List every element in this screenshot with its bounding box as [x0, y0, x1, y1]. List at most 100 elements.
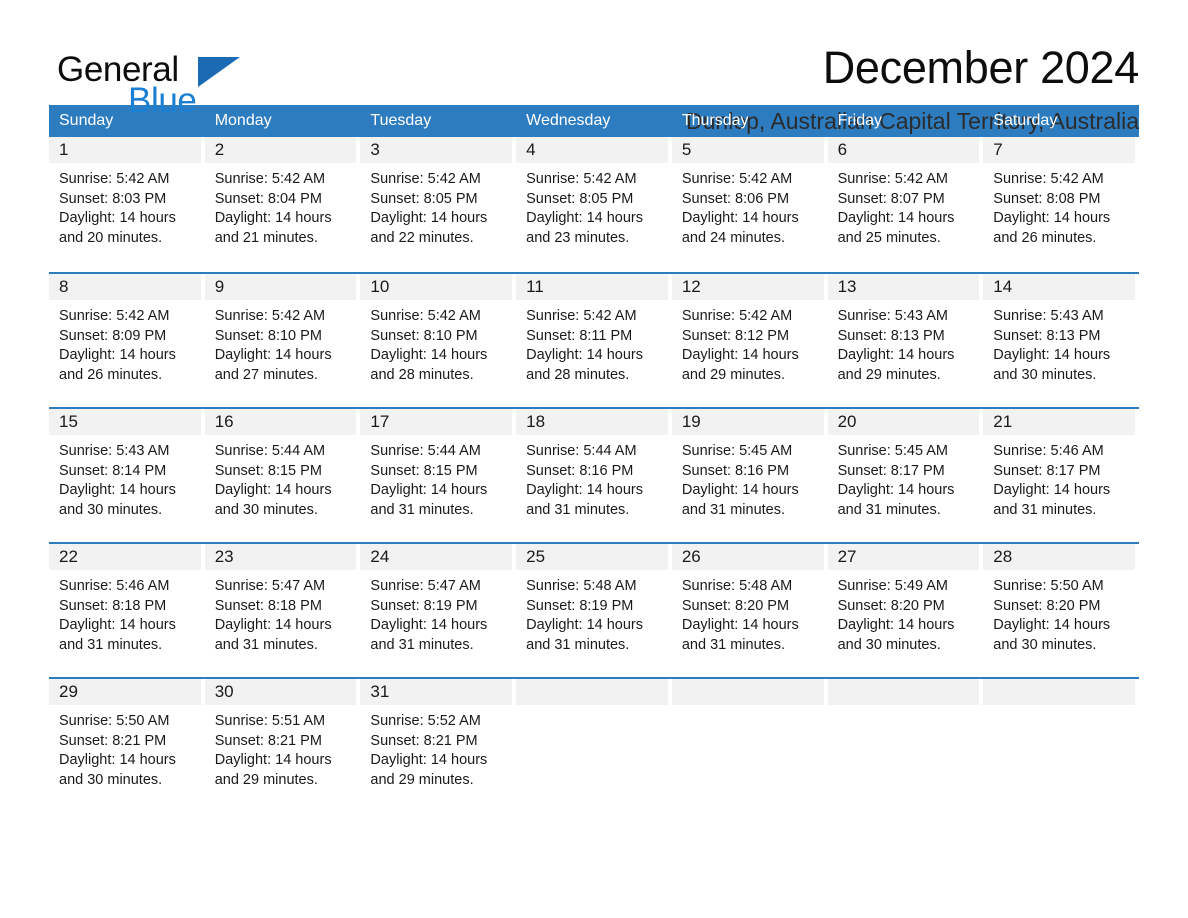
- sunrise-text: Sunrise: 5:51 AM: [214, 713, 326, 729]
- day-cell[interactable]: 15 Sunrise: 5:43 AM Sunset: 8:14 PM Dayligh…: [49, 409, 205, 542]
- day-number-band: 13: [827, 274, 980, 300]
- sunrise-text: Sunrise: 5:45 AM: [681, 443, 793, 459]
- day-number-band: 2: [204, 137, 357, 163]
- day-cell[interactable]: 3 Sunrise: 5:42 AM Sunset: 8:05 PM Daylight…: [360, 137, 517, 272]
- day-info: Sunrise: 5:44 AM Sunset: 8:15 PM Daylight:…: [205, 435, 359, 520]
- day-number: 7: [993, 140, 1003, 159]
- day-cell[interactable]: 26 Sunrise: 5:48 AM Sunset: 8:20 PM Dayligh…: [671, 544, 828, 677]
- daylight-text: Daylight: 14 hours and 29 minutes.: [837, 347, 955, 383]
- sunset-text: Sunset: 8:05 PM: [370, 190, 478, 207]
- day-cell[interactable]: 11 Sunrise: 5:42 AM Sunset: 8:11 PM Dayligh…: [516, 274, 672, 407]
- daylight-text: Daylight: 14 hours and 30 minutes.: [993, 617, 1111, 653]
- day-number: 12: [681, 277, 701, 296]
- day-number-band: 20: [827, 409, 980, 435]
- sunrise-text: Sunrise: 5:42 AM: [59, 308, 170, 324]
- day-cell[interactable]: 25 Sunrise: 5:48 AM Sunset: 8:19 PM Dayligh…: [516, 544, 672, 677]
- sunset-text: Sunset: 8:14 PM: [59, 462, 167, 479]
- sunset-text: Sunset: 8:12 PM: [681, 327, 790, 344]
- day-info: Sunrise: 5:45 AM Sunset: 8:17 PM Daylight:…: [828, 435, 982, 520]
- sunrise-text: Sunrise: 5:44 AM: [370, 443, 481, 459]
- day-info: Sunrise: 5:42 AM Sunset: 8:09 PM Daylight:…: [49, 300, 203, 385]
- day-cell[interactable]: 27 Sunrise: 5:49 AM Sunset: 8:20 PM Dayligh…: [827, 544, 984, 677]
- day-number: 21: [993, 412, 1013, 431]
- day-number: 29: [59, 682, 78, 701]
- day-info: Sunrise: 5:50 AM Sunset: 8:21 PM Daylight:…: [49, 705, 203, 790]
- sunset-text: Sunset: 8:15 PM: [370, 462, 478, 479]
- day-cell[interactable]: 2 Sunrise: 5:42 AM Sunset: 8:04 PM Daylight…: [204, 137, 361, 272]
- daylight-text: Daylight: 14 hours and 30 minutes.: [993, 347, 1111, 383]
- daylight-text: Daylight: 14 hours and 31 minutes.: [370, 617, 488, 653]
- day-cell-empty: [827, 679, 984, 797]
- day-number: 10: [370, 277, 390, 296]
- sunrise-text: Sunrise: 5:48 AM: [681, 578, 793, 594]
- day-cell[interactable]: 31 Sunrise: 5:52 AM Sunset: 8:21 PM Dayligh…: [360, 679, 517, 797]
- daylight-text: Daylight: 14 hours and 26 minutes.: [59, 347, 176, 383]
- day-cell[interactable]: 30 Sunrise: 5:51 AM Sunset: 8:21 PM Dayligh…: [204, 679, 361, 797]
- sunset-text: Sunset: 8:06 PM: [681, 190, 790, 207]
- day-cell[interactable]: 24 Sunrise: 5:47 AM Sunset: 8:19 PM Dayligh…: [360, 544, 517, 677]
- day-cell[interactable]: 23 Sunrise: 5:47 AM Sunset: 8:18 PM Dayligh…: [204, 544, 361, 677]
- day-cell[interactable]: 17 Sunrise: 5:44 AM Sunset: 8:15 PM Dayligh…: [360, 409, 517, 542]
- sunset-text: Sunset: 8:16 PM: [681, 462, 790, 479]
- day-cell[interactable]: 1 Sunrise: 5:42 AM Sunset: 8:03 PM Daylight…: [49, 137, 205, 272]
- day-number-band: 4: [516, 137, 668, 163]
- daylight-text: Daylight: 14 hours and 26 minutes.: [993, 210, 1111, 246]
- day-cell[interactable]: 12 Sunrise: 5:42 AM Sunset: 8:12 PM Dayligh…: [671, 274, 828, 407]
- day-number: 4: [526, 140, 536, 159]
- sunset-text: Sunset: 8:13 PM: [837, 327, 945, 344]
- day-info: Sunrise: 5:48 AM Sunset: 8:19 PM Daylight:…: [516, 570, 670, 655]
- sunrise-text: Sunrise: 5:46 AM: [59, 578, 170, 594]
- logo-text-blue: Blue: [128, 81, 197, 120]
- day-number-band: 9: [204, 274, 357, 300]
- day-info: Sunrise: 5:51 AM Sunset: 8:21 PM Daylight:…: [205, 705, 359, 790]
- day-number-band: 12: [671, 274, 824, 300]
- sunset-text: Sunset: 8:05 PM: [526, 190, 634, 207]
- day-info: Sunrise: 5:44 AM Sunset: 8:16 PM Daylight:…: [516, 435, 670, 520]
- sunset-text: Sunset: 8:20 PM: [993, 597, 1101, 614]
- day-cell[interactable]: 10 Sunrise: 5:42 AM Sunset: 8:10 PM Dayligh…: [360, 274, 517, 407]
- day-number: 19: [681, 412, 701, 431]
- daylight-text: Daylight: 14 hours and 31 minutes.: [526, 617, 644, 653]
- day-cell[interactable]: 16 Sunrise: 5:44 AM Sunset: 8:15 PM Dayligh…: [204, 409, 361, 542]
- day-cell[interactable]: 4 Sunrise: 5:42 AM Sunset: 8:05 PM Daylight…: [516, 137, 672, 272]
- day-info: Sunrise: 5:43 AM Sunset: 8:14 PM Daylight:…: [49, 435, 203, 520]
- day-number: 13: [837, 277, 857, 296]
- day-number: 30: [214, 682, 234, 701]
- week-row: 1 Sunrise: 5:42 AM Sunset: 8:03 PM Daylight…: [49, 137, 1139, 272]
- daylight-text: Daylight: 14 hours and 31 minutes.: [214, 617, 332, 653]
- daylight-text: Daylight: 14 hours and 31 minutes.: [681, 617, 799, 653]
- sunrise-text: Sunrise: 5:46 AM: [993, 443, 1104, 459]
- sunrise-text: Sunrise: 5:47 AM: [370, 578, 481, 594]
- daylight-text: Daylight: 14 hours and 20 minutes.: [59, 210, 176, 246]
- day-cell[interactable]: 21 Sunrise: 5:46 AM Sunset: 8:17 PM Dayligh…: [983, 409, 1139, 542]
- day-cell[interactable]: 28 Sunrise: 5:50 AM Sunset: 8:20 PM Dayligh…: [983, 544, 1139, 677]
- day-cell[interactable]: 7 Sunrise: 5:42 AM Sunset: 8:08 PM Daylight…: [983, 137, 1139, 272]
- day-cell[interactable]: 18 Sunrise: 5:44 AM Sunset: 8:16 PM Dayligh…: [516, 409, 672, 542]
- day-cell[interactable]: 8 Sunrise: 5:42 AM Sunset: 8:09 PM Daylight…: [49, 274, 205, 407]
- day-info: Sunrise: 5:42 AM Sunset: 8:08 PM Daylight:…: [983, 163, 1137, 248]
- sunset-text: Sunset: 8:07 PM: [837, 190, 945, 207]
- day-cell[interactable]: 22 Sunrise: 5:46 AM Sunset: 8:18 PM Dayligh…: [49, 544, 205, 677]
- day-info: Sunrise: 5:43 AM Sunset: 8:13 PM Daylight:…: [828, 300, 982, 385]
- daylight-text: Daylight: 14 hours and 31 minutes.: [993, 482, 1111, 518]
- day-cell[interactable]: 14 Sunrise: 5:43 AM Sunset: 8:13 PM Dayligh…: [983, 274, 1139, 407]
- day-cell[interactable]: 5 Sunrise: 5:42 AM Sunset: 8:06 PM Daylight…: [671, 137, 828, 272]
- day-number: 1: [59, 140, 69, 159]
- day-cell[interactable]: 19 Sunrise: 5:45 AM Sunset: 8:16 PM Dayligh…: [671, 409, 828, 542]
- day-number-band: 3: [360, 137, 513, 163]
- daylight-text: Daylight: 14 hours and 24 minutes.: [681, 210, 799, 246]
- daylight-text: Daylight: 14 hours and 31 minutes.: [59, 617, 176, 653]
- day-cell[interactable]: 9 Sunrise: 5:42 AM Sunset: 8:10 PM Daylight…: [204, 274, 361, 407]
- day-cell[interactable]: 20 Sunrise: 5:45 AM Sunset: 8:17 PM Dayligh…: [827, 409, 984, 542]
- day-cell[interactable]: 13 Sunrise: 5:43 AM Sunset: 8:13 PM Dayligh…: [827, 274, 984, 407]
- sunset-text: Sunset: 8:19 PM: [370, 597, 478, 614]
- sunrise-text: Sunrise: 5:42 AM: [214, 171, 326, 187]
- day-cell[interactable]: 6 Sunrise: 5:42 AM Sunset: 8:07 PM Daylight…: [827, 137, 984, 272]
- day-info: Sunrise: 5:42 AM Sunset: 8:04 PM Daylight:…: [205, 163, 359, 248]
- day-cell[interactable]: 29 Sunrise: 5:50 AM Sunset: 8:21 PM Dayligh…: [49, 679, 205, 797]
- day-info: Sunrise: 5:52 AM Sunset: 8:21 PM Daylight:…: [360, 705, 514, 790]
- logo-triangle-icon: [198, 57, 240, 87]
- sunset-text: Sunset: 8:15 PM: [214, 462, 322, 479]
- day-number-band: 15: [49, 409, 201, 435]
- day-number-band: 28: [983, 544, 1135, 570]
